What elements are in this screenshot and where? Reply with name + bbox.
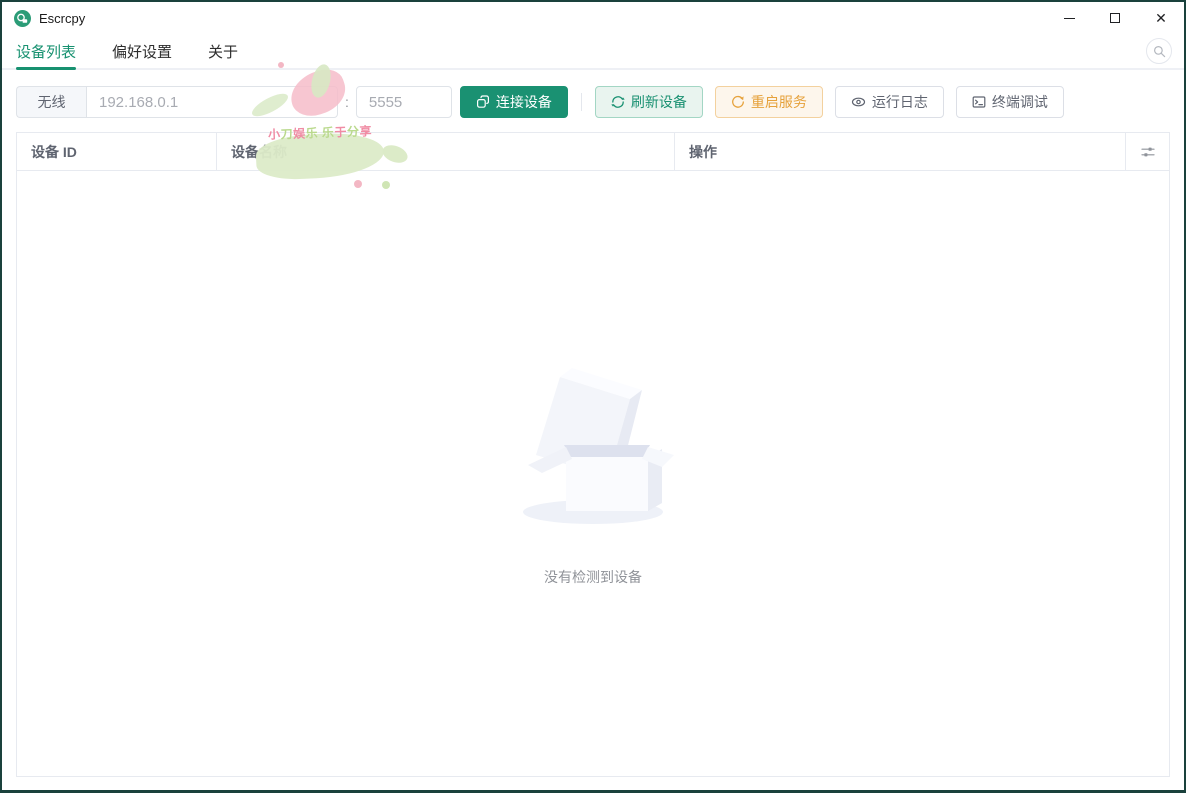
close-button[interactable]: ✕ (1138, 2, 1184, 34)
titlebar: Escrcpy ✕ (2, 2, 1184, 34)
connect-device-button[interactable]: 连接设备 (459, 86, 568, 118)
empty-state-text: 没有检测到设备 (544, 568, 642, 585)
column-settings-cell (1126, 133, 1169, 170)
window-controls: ✕ (1046, 2, 1184, 34)
terminal-debug-button[interactable]: 终端调试 (955, 86, 1064, 118)
port-separator: : (345, 94, 349, 110)
refresh-right-icon (731, 95, 744, 108)
column-actions: 操作 (675, 133, 1126, 170)
tab-label: 设备列表 (16, 43, 77, 61)
table-header: 设备 ID 设备名称 操作 (17, 133, 1169, 171)
close-icon: ✕ (1155, 10, 1167, 26)
column-device-name: 设备名称 (217, 133, 675, 170)
maximize-button[interactable] (1092, 2, 1138, 34)
tab-label: 偏好设置 (112, 43, 173, 61)
refresh-devices-button[interactable]: 刷新设备 (594, 86, 703, 118)
refresh-icon (611, 96, 625, 108)
search-button[interactable] (1146, 38, 1172, 64)
empty-box-illustration (523, 367, 674, 524)
connect-device-label: 连接设备 (495, 94, 552, 110)
ip-address-input[interactable] (86, 86, 338, 118)
tab-device-list[interactable]: 设备列表 (16, 34, 77, 70)
run-logs-button[interactable]: 运行日志 (834, 86, 944, 118)
restart-service-button[interactable]: 重启服务 (714, 86, 823, 118)
restart-service-label: 重启服务 (750, 94, 807, 110)
search-icon (1153, 45, 1165, 57)
tab-label: 关于 (208, 43, 239, 61)
terminal-debug-label: 终端调试 (991, 94, 1048, 110)
eye-icon (851, 97, 865, 107)
toolbar-divider (580, 93, 582, 111)
refresh-devices-label: 刷新设备 (630, 94, 687, 110)
window-title: Escrcpy (39, 10, 86, 26)
minimize-button[interactable] (1046, 2, 1092, 34)
port-input[interactable] (355, 86, 452, 118)
connection-toolbar: 无线 : 连接设备 刷新设备 重启服务 运行日志 (2, 86, 1184, 118)
maximize-icon (1110, 13, 1120, 23)
wireless-label: 无线 (16, 86, 86, 118)
device-table: 设备 ID 设备名称 操作 没有检测到设备 (16, 132, 1170, 777)
app-logo-icon (14, 9, 31, 27)
tab-about[interactable]: 关于 (208, 34, 238, 68)
escrcpy-window: { "window": { "title": "Escrcpy", "contr… (0, 0, 1186, 793)
tab-preferences[interactable]: 偏好设置 (112, 34, 172, 68)
terminal-icon (972, 96, 986, 108)
column-device-id: 设备 ID (17, 133, 217, 170)
minimize-icon (1063, 17, 1075, 19)
sliders-icon[interactable] (1140, 144, 1156, 160)
run-logs-label: 运行日志 (871, 94, 928, 110)
table-body-empty-state: 没有检测到设备 (17, 171, 1169, 776)
tab-bar: 设备列表 偏好设置 关于 (2, 34, 1184, 70)
connection-icon (476, 95, 489, 108)
